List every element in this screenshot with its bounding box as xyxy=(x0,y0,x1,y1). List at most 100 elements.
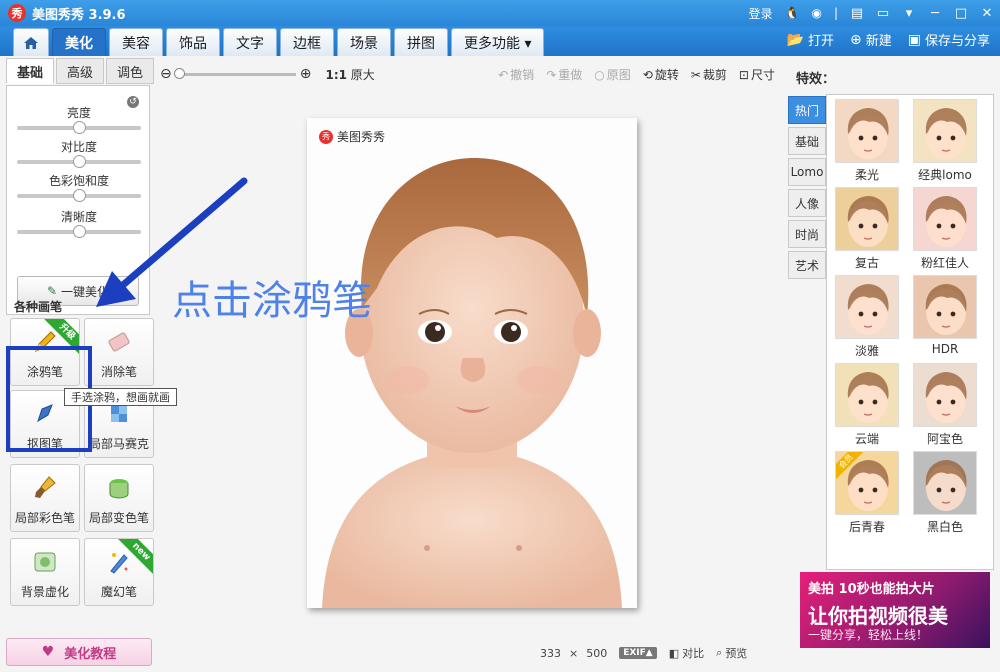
meipai-ad-banner[interactable]: 美拍 10秒也能拍大片 让你拍视频很美 一键分享，轻松上线！ xyxy=(800,572,990,648)
brightness-label: 亮度 xyxy=(66,106,91,120)
contrast-slider[interactable] xyxy=(17,155,141,168)
crop-button[interactable]: ✂ 裁剪 xyxy=(691,66,727,83)
vtab-art[interactable]: 艺术 xyxy=(788,251,826,279)
eraser-brush-button[interactable]: 消除笔 xyxy=(84,318,154,386)
maximize-icon[interactable]: □ xyxy=(948,2,974,24)
image-toolbar: ⊖ ⊕ 1:1 原大 ↶ 撤销 ↷ 重做 ○ 原图 ⟲ 旋转 ✂ 裁剪 ⊡ 尺寸 xyxy=(160,60,785,88)
original-button[interactable]: ○ 原图 xyxy=(594,66,631,83)
actual-size-button[interactable]: 1:1 原大 xyxy=(325,66,374,83)
home-tab[interactable] xyxy=(13,28,49,56)
tab-accessories[interactable]: 饰品 xyxy=(166,28,220,56)
effect-8[interactable]: 会员 后青春 xyxy=(835,451,899,535)
magic-pen-icon xyxy=(104,547,134,577)
tab-text[interactable]: 文字 xyxy=(223,28,277,56)
subtab-advanced[interactable]: 高级 xyxy=(56,58,104,84)
effect-thumbnail xyxy=(835,99,899,163)
resize-button[interactable]: ⊡ 尺寸 xyxy=(739,66,775,83)
tab-border[interactable]: 边框 xyxy=(280,28,334,56)
background-blur-button[interactable]: 背景虚化 xyxy=(10,538,80,606)
vtab-hot[interactable]: 热门 xyxy=(788,96,826,124)
brightness-knob[interactable] xyxy=(73,121,86,134)
effect-9[interactable]: 黑白色 xyxy=(913,451,977,535)
qq-icon[interactable]: 🐧 xyxy=(785,6,800,20)
effects-title: 特效： xyxy=(796,72,836,87)
app-title: 美图秀秀 3.9.6 xyxy=(32,7,126,23)
vtab-lomo[interactable]: Lomo xyxy=(788,158,826,186)
brush-section-title: 各种画笔 xyxy=(14,300,63,314)
tab-collage[interactable]: 拼图 xyxy=(394,28,448,56)
effect-label: 后青春 xyxy=(848,520,885,534)
effect-label: 粉红佳人 xyxy=(920,256,969,270)
redo-button[interactable]: ↷ 重做 xyxy=(546,66,582,83)
ad-line-2: 让你拍视频很美 xyxy=(808,604,948,628)
zoom-in-icon[interactable]: ⊕ xyxy=(300,66,312,82)
app-logo: 秀 xyxy=(8,4,26,22)
effect-7[interactable]: 阿宝色 xyxy=(913,363,977,447)
minimize-icon[interactable]: ─ xyxy=(922,2,948,24)
rotate-button[interactable]: ⟲ 旋转 xyxy=(643,66,679,83)
redo-icon: ↷ xyxy=(546,67,557,82)
new-button[interactable]: ⊕ 新建 xyxy=(850,30,892,50)
vtab-basic[interactable]: 基础 xyxy=(788,127,826,155)
effect-4[interactable]: 淡雅 xyxy=(835,275,899,359)
preview-icon: ⌕ xyxy=(716,646,723,659)
message-icon[interactable]: ▭ xyxy=(870,2,896,24)
effect-6[interactable]: 云端 xyxy=(835,363,899,447)
annotation-arrow xyxy=(96,177,248,307)
brightness-slider[interactable] xyxy=(17,121,141,134)
vtab-fashion[interactable]: 时尚 xyxy=(788,220,826,248)
saturation-knob[interactable] xyxy=(73,189,86,202)
compare-button[interactable]: ◧ 对比 xyxy=(669,645,704,661)
contrast-knob[interactable] xyxy=(73,155,86,168)
effect-label: 复古 xyxy=(854,256,879,270)
effect-thumbnail xyxy=(913,99,977,163)
paintbrush-icon xyxy=(30,473,60,503)
effect-thumbnail xyxy=(913,187,977,251)
save-share-button[interactable]: ▣ 保存与分享 xyxy=(908,30,990,50)
effect-label: 云端 xyxy=(854,432,879,446)
skin-icon[interactable]: ▤ xyxy=(844,2,870,24)
separator: | xyxy=(833,6,838,20)
effect-0[interactable]: 柔光 xyxy=(835,99,899,183)
zoom-out-icon[interactable]: ⊖ xyxy=(160,66,172,82)
image-height: 500 xyxy=(586,646,608,660)
editor-canvas[interactable]: 秀 美图秀秀 xyxy=(160,90,780,635)
tab-more[interactable]: 更多功能 ▾ xyxy=(451,28,545,56)
local-recolor-brush-button[interactable]: 局部变色笔 xyxy=(84,464,154,532)
beautify-tutorial-button[interactable]: ♥ 美化教程 xyxy=(6,638,152,666)
effect-2[interactable]: 复古 xyxy=(835,187,899,271)
local-color-brush-button[interactable]: 局部彩色笔 xyxy=(10,464,80,532)
exif-button[interactable]: EXIF▲ xyxy=(619,647,657,659)
effect-label: 淡雅 xyxy=(854,344,879,358)
effect-1[interactable]: 经典lomo xyxy=(913,99,977,183)
weibo-icon[interactable]: ◉ xyxy=(811,6,821,20)
login-link[interactable]: 登录 xyxy=(749,5,773,22)
sharpness-knob[interactable] xyxy=(73,225,86,238)
plus-icon: ⊕ xyxy=(850,31,862,48)
magic-brush-button[interactable]: new 魔幻笔 xyxy=(84,538,154,606)
contrast-label: 对比度 xyxy=(60,140,97,154)
doodle-brush-tooltip: 手选涂鸦，想画就画 xyxy=(64,388,177,406)
tab-scene[interactable]: 场景 xyxy=(337,28,391,56)
times-sign: × xyxy=(569,646,579,660)
open-button[interactable]: 📂 打开 xyxy=(787,30,834,50)
tab-makeup[interactable]: 美容 xyxy=(109,28,163,56)
effect-5[interactable]: HDR xyxy=(913,275,977,356)
file-actions: 📂 打开 ⊕ 新建 ▣ 保存与分享 xyxy=(771,30,990,50)
close-icon[interactable]: ✕ xyxy=(974,2,1000,24)
menu-icon[interactable]: ▾ xyxy=(896,2,922,24)
zoom-slider[interactable] xyxy=(173,67,296,79)
left-panel: 基础 高级 调色 ↺ 亮度 对比度 色彩饱和度 清晰度 ✎ 一键美化 各种画笔 … xyxy=(6,58,177,668)
paint-bucket-icon xyxy=(104,473,134,503)
subtab-color[interactable]: 调色 xyxy=(106,58,154,84)
subtab-basic[interactable]: 基础 xyxy=(6,58,54,84)
tab-beautify[interactable]: 美化 xyxy=(52,28,106,56)
home-icon xyxy=(24,36,38,49)
effect-label: 黑白色 xyxy=(926,520,963,534)
undo-button[interactable]: ↶ 撤销 xyxy=(498,66,534,83)
zoom-knob[interactable] xyxy=(173,67,185,79)
effect-3[interactable]: 粉红佳人 xyxy=(913,187,977,271)
vtab-portrait[interactable]: 人像 xyxy=(788,189,826,217)
baby-photo[interactable]: 秀 美图秀秀 xyxy=(307,118,637,608)
preview-button[interactable]: ⌕ 预览 xyxy=(716,645,747,661)
